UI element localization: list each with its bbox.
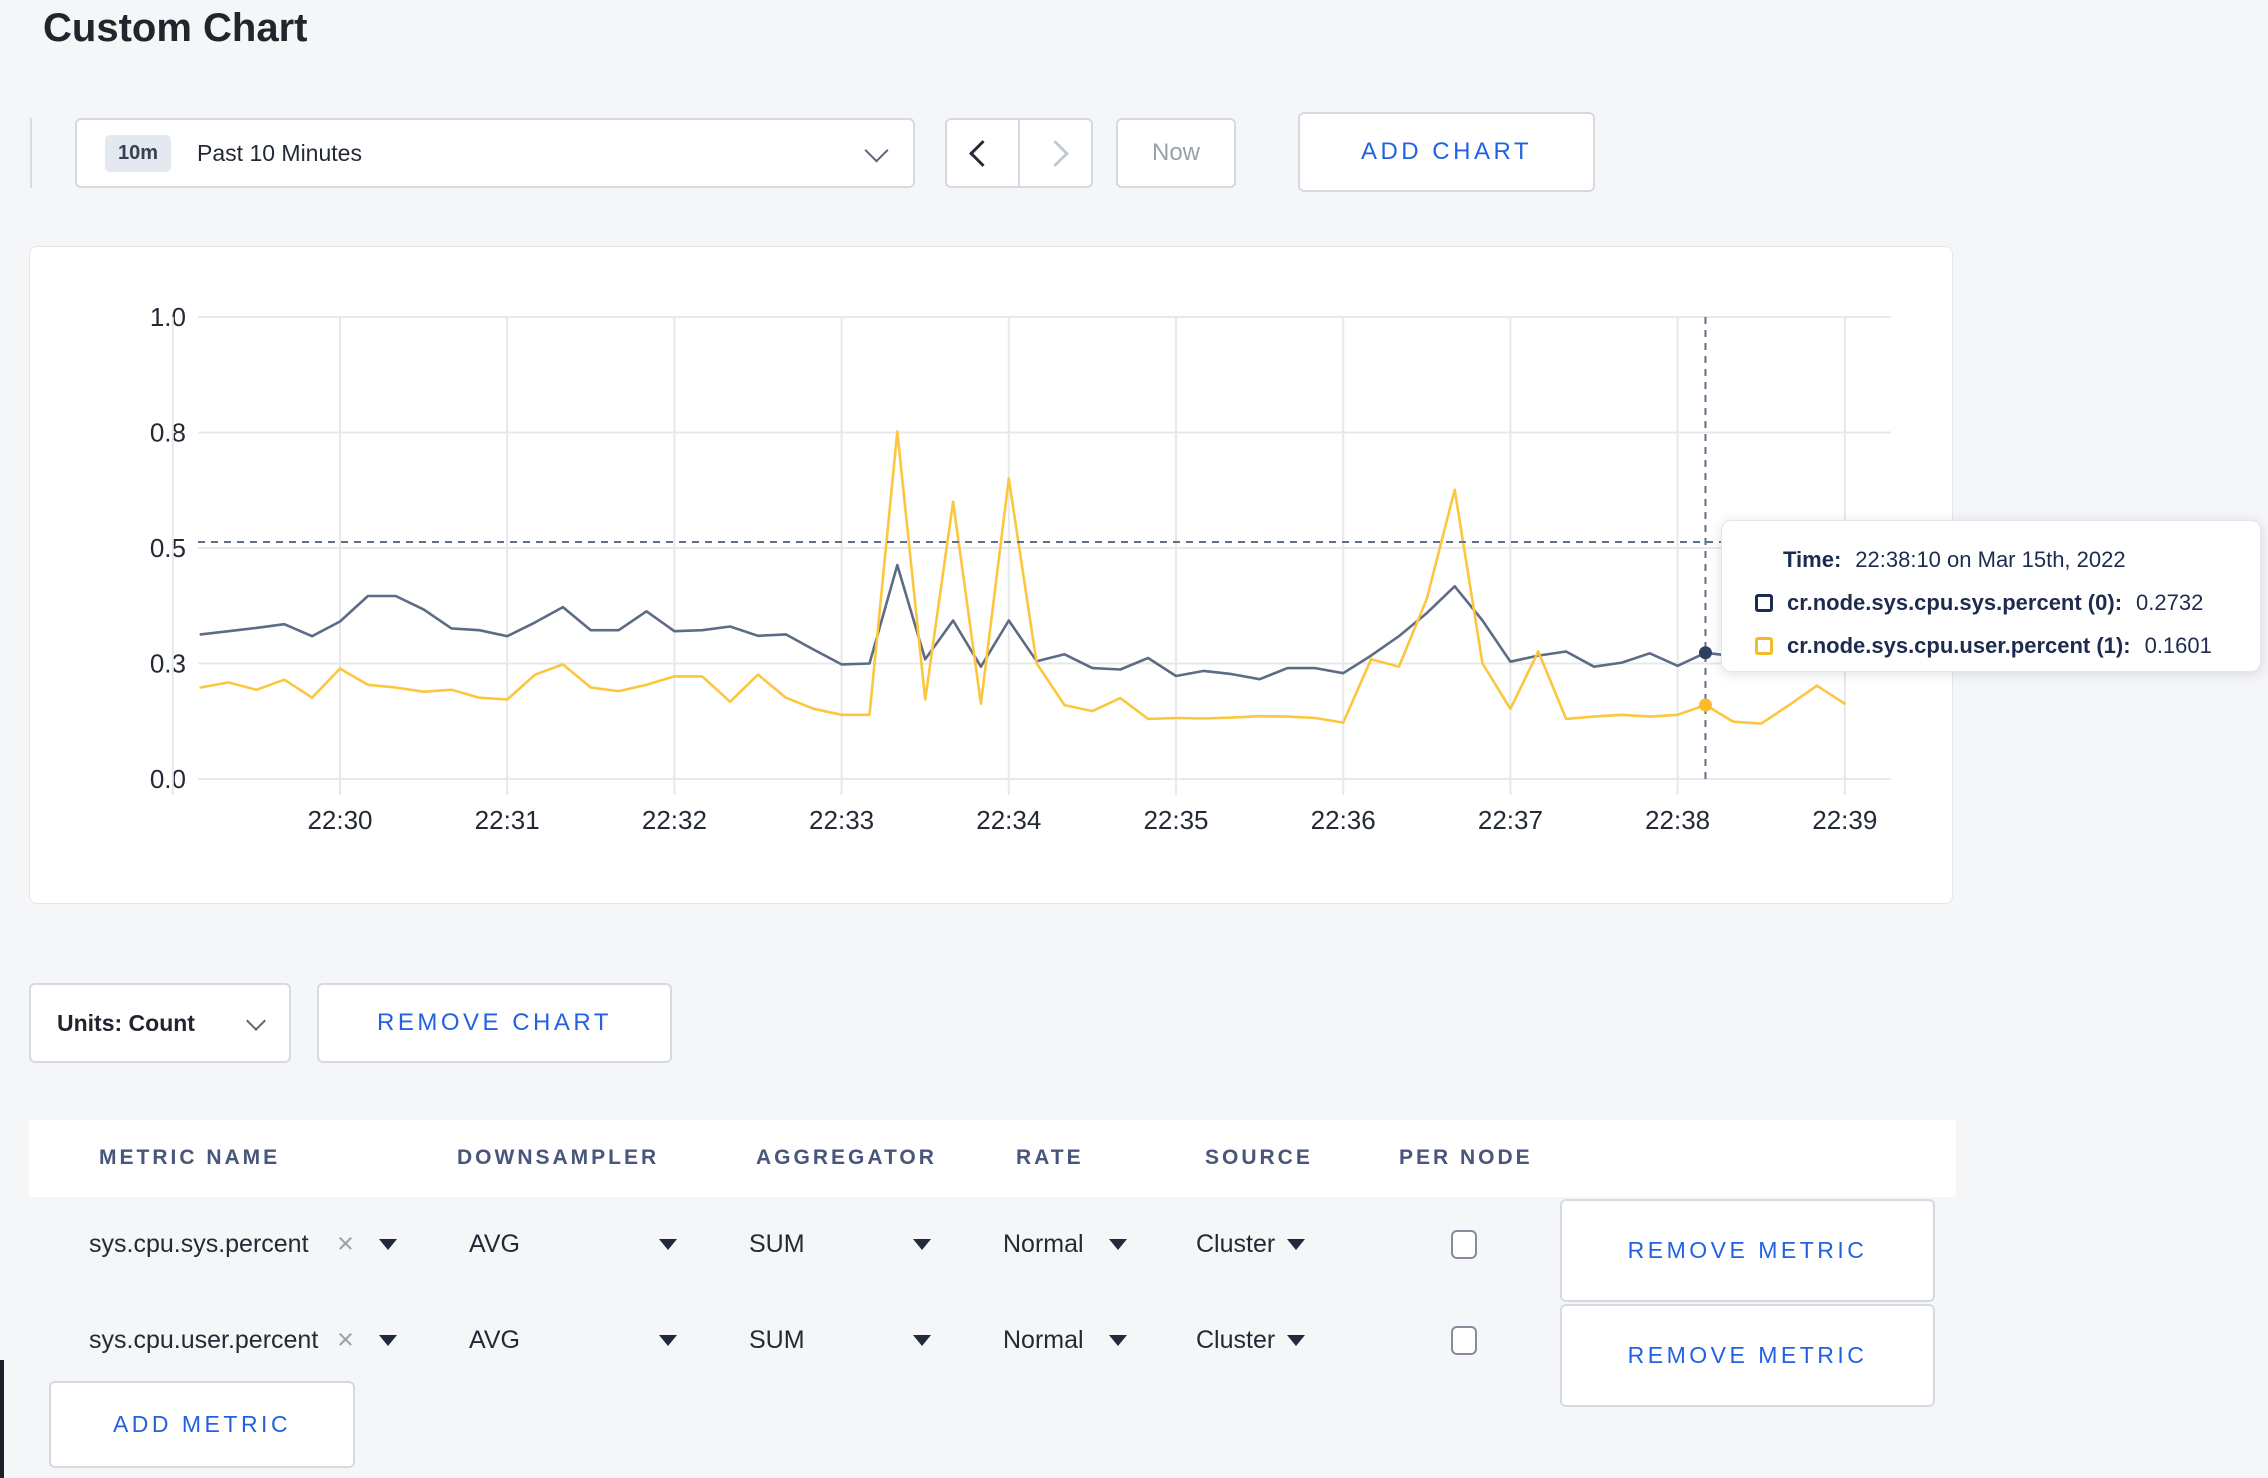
per-node-cell	[1451, 1322, 1477, 1358]
add-chart-button[interactable]: ADD CHART	[1298, 112, 1595, 192]
chevron-left-icon	[969, 139, 996, 167]
column-header-metric-name: METRIC NAME	[99, 1146, 281, 1169]
time-range-badge: 10m	[105, 134, 172, 172]
svg-text:0.5: 0.5	[150, 533, 186, 563]
aggregator-dropdown-control[interactable]	[913, 1226, 931, 1262]
now-button[interactable]: Now	[1116, 118, 1236, 188]
metrics-table-header: METRIC NAME DOWNSAMPLER AGGREGATOR RATE …	[29, 1120, 1956, 1197]
downsampler-dropdown-control[interactable]	[659, 1322, 677, 1358]
units-dropdown[interactable]: Units: Count	[29, 983, 291, 1063]
svg-text:0.3: 0.3	[150, 649, 186, 679]
svg-text:22:34: 22:34	[976, 805, 1041, 835]
sys-series-swatch-icon	[1755, 594, 1773, 612]
svg-text:22:37: 22:37	[1478, 805, 1543, 835]
time-pager	[945, 118, 1093, 188]
chevron-right-icon	[1042, 139, 1069, 167]
rate-select[interactable]: Normal	[1003, 1226, 1084, 1262]
metric-name-select[interactable]: sys.cpu.user.percent	[89, 1322, 318, 1358]
downsampler-select[interactable]: AVG	[469, 1322, 520, 1358]
rate-select[interactable]: Normal	[1003, 1322, 1084, 1358]
downsampler-dropdown-control[interactable]	[659, 1226, 677, 1262]
svg-text:22:32: 22:32	[642, 805, 707, 835]
svg-text:22:36: 22:36	[1311, 805, 1376, 835]
per-node-checkbox[interactable]	[1451, 1229, 1477, 1259]
tooltip-series-value: 0.2732	[2136, 590, 2204, 615]
downsampler-select[interactable]: AVG	[469, 1226, 520, 1262]
remove-chart-button[interactable]: REMOVE CHART	[317, 983, 672, 1063]
tooltip-series-row: cr.node.sys.cpu.user.percent (1): 0.1601	[1755, 631, 2260, 661]
clear-metric-icon[interactable]: ×	[337, 1322, 354, 1358]
column-header-per-node: PER NODE	[1399, 1146, 1533, 1169]
caret-down-icon	[913, 1334, 931, 1346]
clear-metric-icon[interactable]: ×	[337, 1226, 354, 1262]
caret-down-icon	[379, 1238, 397, 1250]
rate-dropdown-control[interactable]	[1109, 1322, 1127, 1358]
time-range-dropdown[interactable]: 10m Past 10 Minutes	[75, 118, 915, 188]
per-node-cell	[1451, 1226, 1477, 1262]
tooltip-series-label: cr.node.sys.cpu.user.percent (1):	[1787, 633, 2131, 658]
caret-down-icon	[1109, 1238, 1127, 1250]
source-dropdown-control[interactable]	[1287, 1322, 1305, 1358]
per-node-checkbox[interactable]	[1451, 1325, 1477, 1355]
chart-panel[interactable]: 0.0 0.3 0.5 0.8 1.0 22:30 22:31 22:32 22:33 22:34…	[29, 246, 1953, 904]
prev-time-button[interactable]	[947, 120, 1018, 186]
caret-down-icon	[1287, 1334, 1305, 1346]
column-header-downsampler: DOWNSAMPLER	[457, 1146, 660, 1169]
chevron-down-icon	[246, 1011, 266, 1031]
chevron-down-icon	[864, 137, 889, 163]
add-metric-button[interactable]: ADD METRIC	[49, 1381, 355, 1468]
caret-down-icon	[659, 1238, 677, 1250]
timeseries-chart[interactable]: 0.0 0.3 0.5 0.8 1.0 22:30 22:31 22:32 22:33 22:34…	[30, 247, 1952, 903]
remove-metric-button[interactable]: REMOVE METRIC	[1560, 1199, 1935, 1302]
svg-text:0.0: 0.0	[150, 764, 186, 794]
metric-dropdown-control[interactable]	[379, 1226, 397, 1262]
tooltip-time-row: Time: 22:38:10 on Mar 15th, 2022	[1755, 545, 2260, 575]
caret-down-icon	[1287, 1238, 1305, 1250]
metric-dropdown-control[interactable]	[379, 1322, 397, 1358]
tooltip-series-row: cr.node.sys.cpu.sys.percent (0): 0.2732	[1755, 588, 2260, 618]
source-select[interactable]: Cluster	[1196, 1226, 1275, 1262]
caret-down-icon	[379, 1334, 397, 1346]
toolbar-divider	[30, 118, 32, 188]
window-edge-artifact	[0, 1360, 4, 1478]
time-range-label: Past 10 Minutes	[197, 139, 362, 166]
chart-tooltip: Time: 22:38:10 on Mar 15th, 2022 cr.node…	[1721, 520, 2261, 672]
aggregator-select[interactable]: SUM	[749, 1226, 805, 1262]
metric-name-select[interactable]: sys.cpu.sys.percent	[89, 1226, 309, 1262]
svg-text:1.0: 1.0	[150, 302, 186, 332]
tooltip-time-label: Time:	[1783, 547, 1842, 572]
svg-text:22:30: 22:30	[307, 805, 372, 835]
user-series-swatch-icon	[1755, 637, 1773, 655]
next-time-button[interactable]	[1018, 120, 1091, 186]
source-dropdown-control[interactable]	[1287, 1226, 1305, 1262]
caret-down-icon	[659, 1334, 677, 1346]
source-select[interactable]: Cluster	[1196, 1322, 1275, 1358]
svg-text:22:33: 22:33	[809, 805, 874, 835]
svg-text:0.8: 0.8	[150, 418, 186, 448]
svg-text:22:39: 22:39	[1812, 805, 1877, 835]
caret-down-icon	[913, 1238, 931, 1250]
tooltip-series-value: 0.1601	[2144, 633, 2212, 658]
svg-text:22:35: 22:35	[1143, 805, 1208, 835]
svg-text:22:31: 22:31	[475, 805, 540, 835]
column-header-source: SOURCE	[1205, 1146, 1313, 1169]
svg-text:22:38: 22:38	[1645, 805, 1710, 835]
tooltip-series-label: cr.node.sys.cpu.sys.percent (0):	[1787, 590, 2123, 615]
tooltip-time-value: 22:38:10 on Mar 15th, 2022	[1855, 547, 2126, 572]
units-label: Units: Count	[57, 1009, 195, 1036]
aggregator-dropdown-control[interactable]	[913, 1322, 931, 1358]
page-title: Custom Chart	[43, 6, 308, 50]
column-header-rate: RATE	[1016, 1146, 1084, 1169]
column-header-aggregator: AGGREGATOR	[756, 1146, 937, 1169]
rate-dropdown-control[interactable]	[1109, 1226, 1127, 1262]
caret-down-icon	[1109, 1334, 1127, 1346]
remove-metric-button[interactable]: REMOVE METRIC	[1560, 1304, 1935, 1407]
aggregator-select[interactable]: SUM	[749, 1322, 805, 1358]
